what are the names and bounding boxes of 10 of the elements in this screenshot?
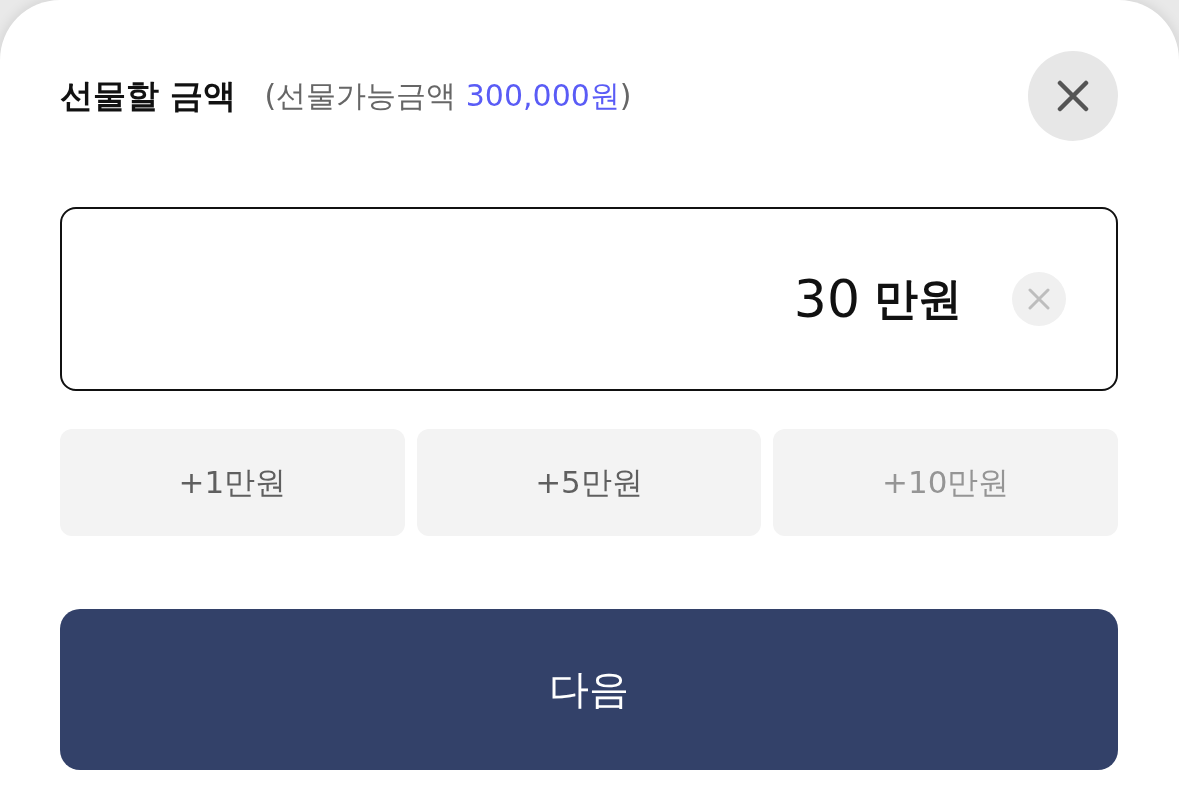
sheet-title: 선물할 금액: [60, 74, 237, 117]
amount-input[interactable]: 30: [92, 269, 860, 329]
unit-label: 만원: [874, 271, 962, 326]
clear-icon: [1028, 288, 1050, 310]
add-amount-button[interactable]: +1만원: [60, 429, 405, 536]
close-icon: [1057, 80, 1089, 112]
next-button[interactable]: 다음: [60, 609, 1118, 770]
amount-field[interactable]: 30 만원: [60, 207, 1118, 391]
available-amount-note: (선물가능금액 300,000원): [264, 76, 632, 115]
add-amount-button[interactable]: +5만원: [416, 429, 762, 536]
